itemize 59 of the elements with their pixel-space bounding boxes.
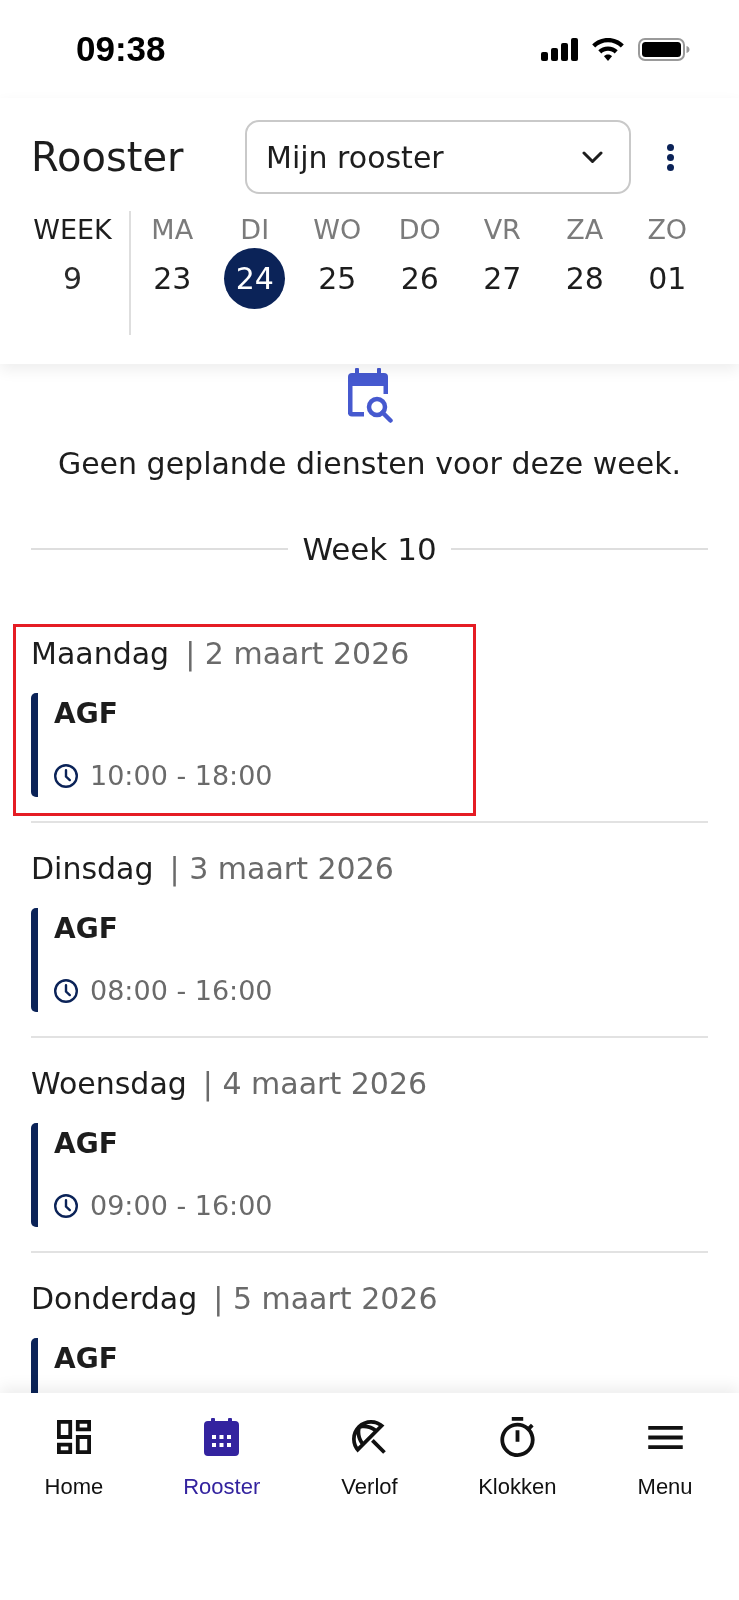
more-icon: [666, 143, 674, 171]
status-time: 09:38: [76, 29, 166, 69]
empty-message: Geen geplande diensten voor deze week.: [56, 447, 683, 481]
page-title: Rooster: [31, 134, 184, 180]
shift-card[interactable]: AGF 08:00 - 16:00: [31, 908, 708, 1012]
shift-card[interactable]: AGF 09:00 - 16:00: [31, 1123, 708, 1227]
schedule-dropdown[interactable]: Mijn rooster: [245, 120, 631, 194]
weekday-label: WO: [313, 213, 362, 247]
weekday-label: MA: [151, 213, 194, 247]
shift-card[interactable]: AGF 10:00 - 18:00: [31, 693, 708, 797]
nav-tab[interactable]: Verlof: [341, 1393, 398, 1500]
shift-title: AGF: [54, 698, 118, 730]
shift-time: 09:00 - 16:00: [90, 1190, 273, 1222]
day-name: Donderdag: [31, 1282, 198, 1316]
shift-time: 10:00 - 18:00: [90, 760, 273, 792]
nav-tab[interactable]: Menu: [637, 1393, 693, 1500]
shift-title: AGF: [54, 913, 118, 945]
date-button[interactable]: 28: [554, 248, 616, 309]
date-button[interactable]: 26: [389, 248, 451, 309]
wifi-icon: [592, 37, 624, 61]
menu-icon: [647, 1425, 683, 1449]
signal-icon: [541, 37, 578, 61]
chevron-down-icon: [582, 150, 603, 164]
shift-time: 08:00 - 16:00: [90, 975, 273, 1007]
date-button[interactable]: 27: [471, 248, 533, 309]
clock-icon: [54, 1194, 78, 1218]
battery-icon: [638, 37, 690, 61]
date-button[interactable]: 23: [141, 248, 203, 309]
nav-tab[interactable]: Rooster: [183, 1393, 261, 1500]
nav-tab[interactable]: Home: [44, 1393, 104, 1500]
weekday-label: DO: [398, 213, 441, 247]
date-button[interactable]: 25: [306, 248, 368, 309]
day-date: | 4 maart 2026: [202, 1067, 428, 1101]
clock-icon: [54, 764, 78, 788]
nav-tab[interactable]: Klokken: [478, 1393, 557, 1500]
day-date: | 2 maart 2026: [185, 637, 410, 671]
shift-title: AGF: [54, 1128, 118, 1160]
calendar-search-icon: [345, 368, 394, 423]
day-name: Maandag: [31, 637, 170, 671]
weekday-label: DI: [240, 213, 270, 247]
calendar-icon: [204, 1418, 240, 1456]
weekday-label: ZO: [647, 213, 688, 247]
weekday-label: VR: [483, 213, 521, 247]
umbrella-icon: [352, 1420, 387, 1454]
day-name: Dinsdag: [31, 852, 154, 886]
stopwatch-icon: [499, 1417, 535, 1457]
week-heading: Week 10: [302, 532, 437, 566]
more-button[interactable]: [666, 143, 674, 171]
date-button[interactable]: 24: [224, 248, 286, 309]
weekday-label: ZA: [566, 213, 604, 247]
day-name: Woensdag: [31, 1067, 187, 1101]
shift-title: AGF: [54, 1343, 118, 1375]
clock-icon: [54, 979, 78, 1003]
day-date: | 3 maart 2026: [169, 852, 394, 886]
week-number: 9: [62, 260, 83, 298]
day-date: | 5 maart 2026: [213, 1282, 438, 1316]
date-button[interactable]: 01: [636, 248, 698, 309]
week-label: WEEK: [33, 213, 112, 247]
dashboard-icon: [56, 1420, 91, 1454]
